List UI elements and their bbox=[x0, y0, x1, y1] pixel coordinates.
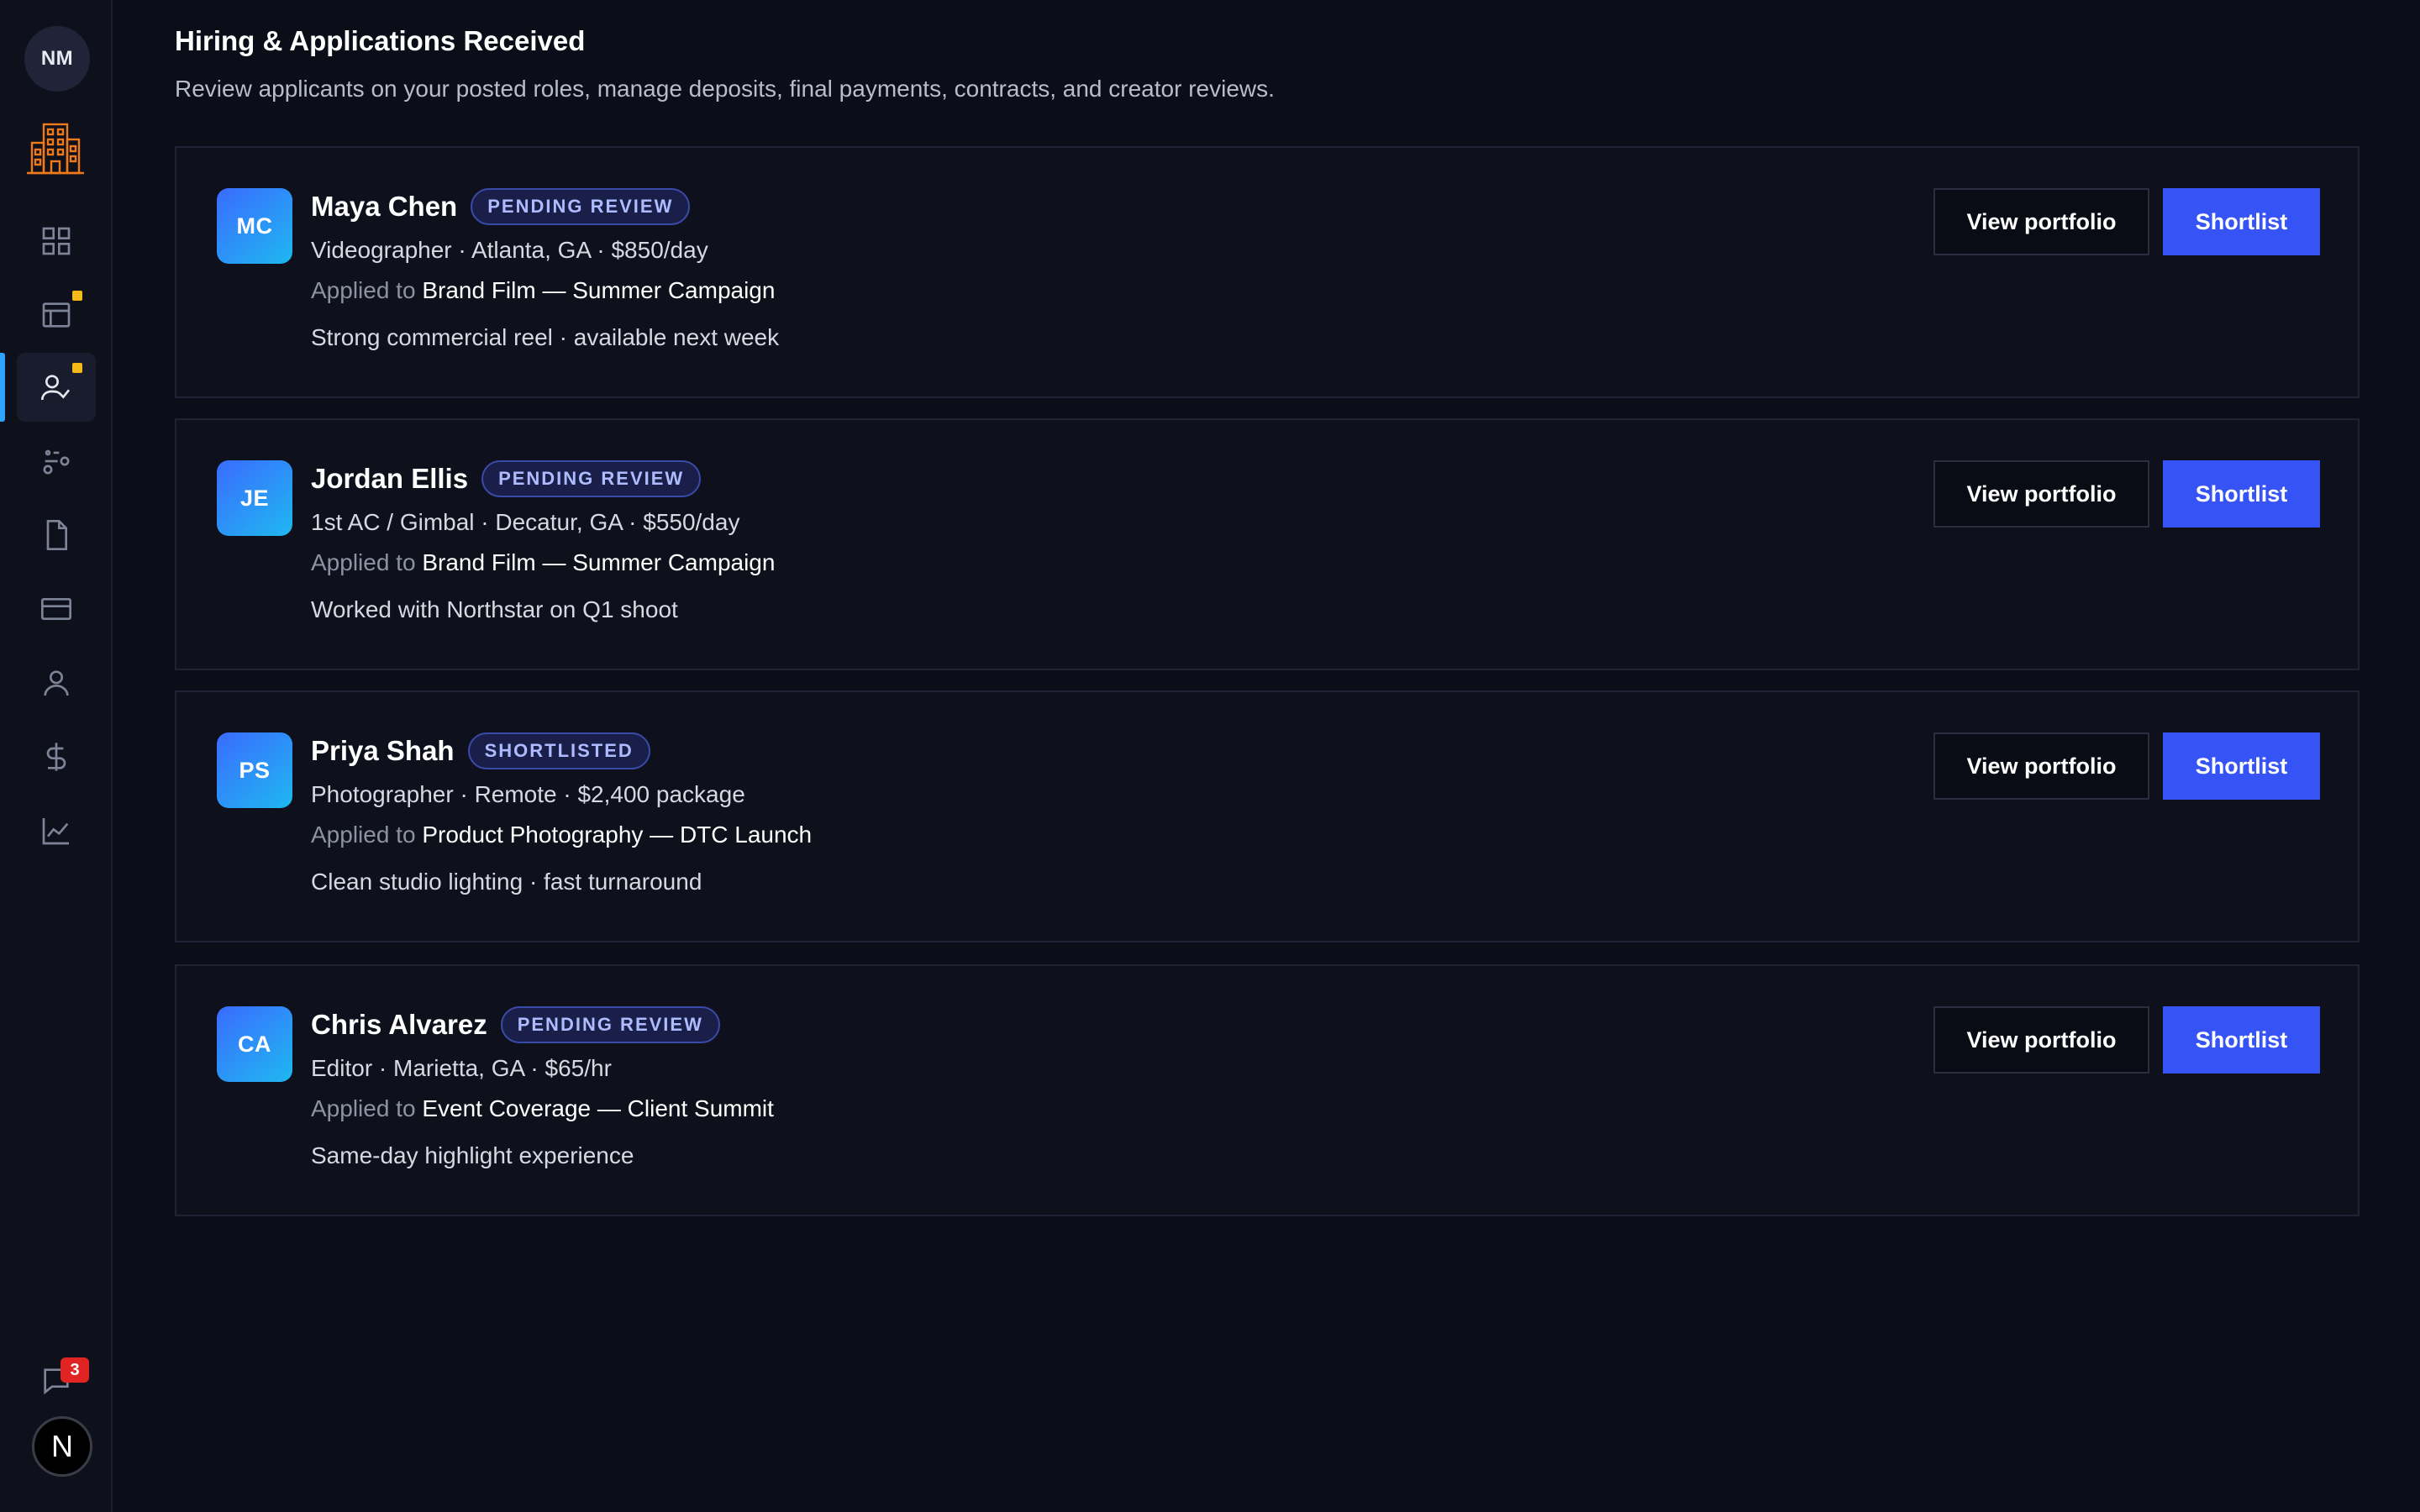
applicant-avatar: PS bbox=[217, 732, 292, 808]
applied-to: Applied to Event Coverage — Client Summi… bbox=[311, 1092, 774, 1126]
project-name: Brand Film — Summer Campaign bbox=[422, 549, 776, 575]
applicant-avatar: CA bbox=[217, 1006, 292, 1082]
applicant-name: Priya Shah bbox=[311, 735, 455, 766]
applied-to: Applied to Brand Film — Summer Campaign bbox=[311, 274, 779, 307]
calendar-window-icon bbox=[42, 302, 71, 328]
nav-item-payments[interactable] bbox=[17, 575, 96, 643]
applicant-avatar: MC bbox=[217, 188, 292, 264]
applicant-card: JE Jordan Ellis PENDING REVIEW 1st AC / … bbox=[175, 418, 2360, 670]
view-portfolio-button[interactable]: View portfolio bbox=[1933, 1006, 2149, 1074]
applicant-meta: Photographer · Remote · $2,400 package bbox=[311, 781, 745, 807]
nav-item-analytics[interactable] bbox=[17, 796, 96, 865]
sidebar: NM 3 N bbox=[0, 0, 113, 1512]
notification-dot bbox=[72, 291, 82, 301]
applicant-details: Jordan Ellis PENDING REVIEW 1st AC / Gim… bbox=[311, 460, 775, 627]
applied-to: Applied to Product Photography — DTC Lau… bbox=[311, 818, 812, 852]
nav-item-documents[interactable] bbox=[17, 501, 96, 570]
view-portfolio-button[interactable]: View portfolio bbox=[1933, 732, 2149, 800]
view-portfolio-button[interactable]: View portfolio bbox=[1933, 460, 2149, 528]
project-name: Brand Film — Summer Campaign bbox=[422, 277, 776, 303]
dollar-icon bbox=[46, 743, 66, 771]
nav-item-finance[interactable] bbox=[17, 722, 96, 791]
nav-item-profile[interactable] bbox=[17, 648, 96, 717]
applicant-note: Same-day highlight experience bbox=[311, 1142, 634, 1168]
status-badge: PENDING REVIEW bbox=[500, 1006, 720, 1043]
applied-label: Applied to bbox=[311, 1095, 416, 1121]
page-title: Hiring & Applications Received bbox=[175, 25, 586, 56]
credit-card-icon bbox=[41, 598, 71, 620]
status-badge: PENDING REVIEW bbox=[471, 188, 691, 225]
applicant-meta: Videographer · Atlanta, GA · $850/day bbox=[311, 237, 708, 263]
applicant-name: Jordan Ellis bbox=[311, 463, 469, 494]
user-avatar[interactable]: NM bbox=[24, 26, 90, 92]
applicant-avatar: JE bbox=[217, 460, 292, 536]
applied-to: Applied to Brand Film — Summer Campaign bbox=[311, 546, 775, 580]
company-building-logo-icon[interactable] bbox=[25, 118, 86, 178]
app-logo-avatar[interactable]: N bbox=[32, 1416, 92, 1477]
applicant-card: PS Priya Shah SHORTLISTED Photographer ·… bbox=[175, 690, 2360, 942]
document-icon bbox=[46, 520, 67, 550]
applicant-meta: Editor · Marietta, GA · $65/hr bbox=[311, 1055, 612, 1081]
applicant-details: Maya Chen PENDING REVIEW Videographer · … bbox=[311, 188, 779, 354]
shortlist-button[interactable]: Shortlist bbox=[2163, 1006, 2320, 1074]
applicant-name: Chris Alvarez bbox=[311, 1009, 487, 1040]
chart-line-icon bbox=[42, 818, 69, 845]
applicant-note: Worked with Northstar on Q1 shoot bbox=[311, 596, 678, 622]
project-name: Product Photography — DTC Launch bbox=[422, 822, 813, 848]
status-badge: PENDING REVIEW bbox=[481, 460, 702, 497]
applicant-card: CA Chris Alvarez PENDING REVIEW Editor ·… bbox=[175, 964, 2360, 1216]
view-portfolio-button[interactable]: View portfolio bbox=[1933, 188, 2149, 255]
applicant-name: Maya Chen bbox=[311, 191, 458, 222]
applied-label: Applied to bbox=[311, 277, 416, 303]
nav-active-indicator bbox=[0, 353, 5, 422]
project-name: Event Coverage — Client Summit bbox=[422, 1095, 774, 1121]
status-badge: SHORTLISTED bbox=[467, 732, 650, 769]
nav-item-dashboard[interactable] bbox=[17, 207, 96, 276]
shortlist-button[interactable]: Shortlist bbox=[2163, 188, 2320, 255]
applicant-details: Priya Shah SHORTLISTED Photographer · Re… bbox=[311, 732, 812, 899]
applied-label: Applied to bbox=[311, 822, 416, 848]
user-icon bbox=[44, 670, 69, 696]
nav-item-hiring[interactable] bbox=[17, 353, 96, 422]
applicant-note: Clean studio lighting · fast turnaround bbox=[311, 869, 702, 895]
nav-item-workflow[interactable] bbox=[17, 427, 96, 496]
user-check-icon bbox=[41, 375, 71, 401]
applicant-details: Chris Alvarez PENDING REVIEW Editor · Ma… bbox=[311, 1006, 774, 1173]
message-count-badge: 3 bbox=[60, 1357, 89, 1383]
applicant-note: Strong commercial reel · available next … bbox=[311, 324, 780, 350]
shortlist-button[interactable]: Shortlist bbox=[2163, 460, 2320, 528]
shortlist-button[interactable]: Shortlist bbox=[2163, 732, 2320, 800]
dashboard-grid-icon bbox=[42, 227, 71, 255]
applicant-meta: 1st AC / Gimbal · Decatur, GA · $550/day bbox=[311, 509, 740, 535]
workflow-icon bbox=[43, 449, 70, 475]
nav-item-calendar[interactable] bbox=[17, 281, 96, 349]
page-subtitle: Review applicants on your posted roles, … bbox=[175, 76, 1275, 102]
applicant-card: MC Maya Chen PENDING REVIEW Videographer… bbox=[175, 146, 2360, 398]
notification-dot bbox=[72, 363, 82, 373]
applied-label: Applied to bbox=[311, 549, 416, 575]
